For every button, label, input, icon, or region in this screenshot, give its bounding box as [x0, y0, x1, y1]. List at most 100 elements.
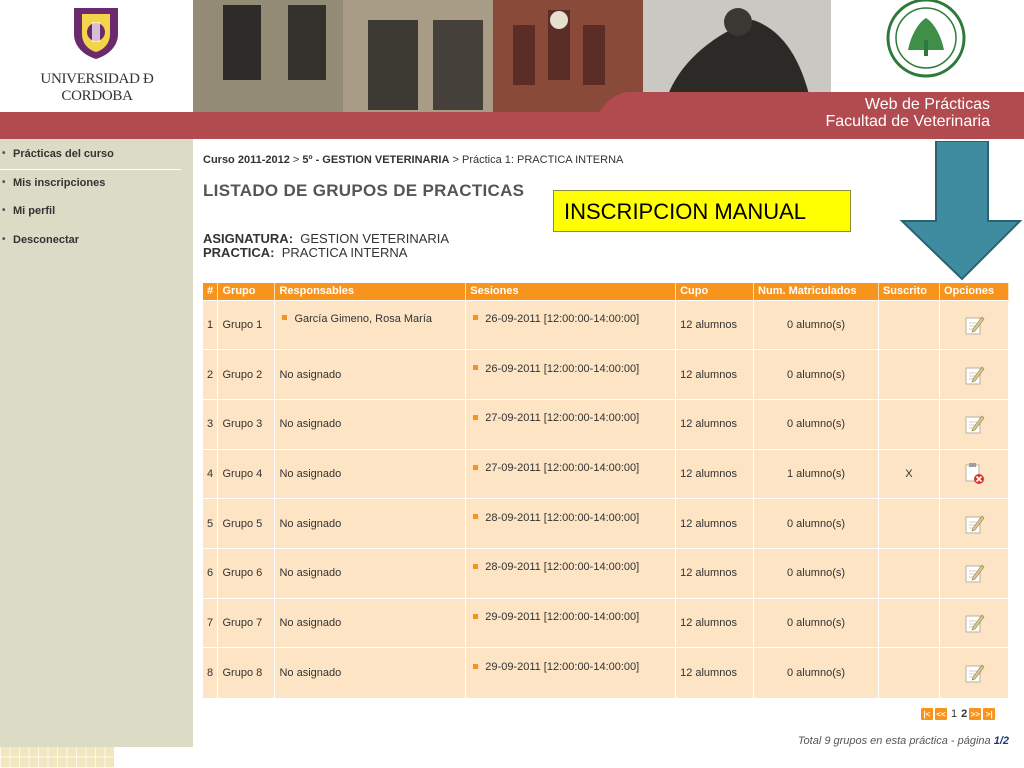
- groups-table: # Grupo Responsables Sesiones Cupo Num. …: [203, 283, 1010, 698]
- prev-page-icon[interactable]: <<: [935, 708, 947, 720]
- annotation-label: INSCRIPCION MANUAL: [553, 190, 851, 232]
- options-cell: [939, 597, 1010, 648]
- bullet-icon: [473, 414, 479, 420]
- session: 29-09-2011 [12:00:00-14:00:00]: [465, 597, 677, 648]
- session-date: 29-09-2011 [12:00:00-14:00:00]: [485, 660, 640, 673]
- column-header: Num. Matriculados: [753, 283, 879, 300]
- group-name: Grupo 1: [217, 299, 276, 350]
- table-row: 3 Grupo 3 No asignado 27-09-2011 [12:00:00-…: [203, 398, 1010, 450]
- responsible-name: No asignado: [279, 418, 342, 431]
- group-name: Grupo 5: [217, 498, 276, 549]
- sidebar-item-inscripciones[interactable]: Mis inscripciones: [0, 170, 193, 199]
- enrolled-count: 1 alumno(s): [753, 448, 879, 499]
- veterinary-faculty-seal-icon: [886, 0, 966, 78]
- options-cell: [939, 349, 1010, 400]
- decorative-squares: [0, 747, 114, 768]
- table-row: 1 Grupo 1 García Gimeno, Rosa María 26-09-2…: [203, 299, 1010, 350]
- edit-note-icon[interactable]: [963, 364, 985, 386]
- session: 28-09-2011 [12:00:00-14:00:00]: [465, 547, 677, 599]
- session: 26-09-2011 [12:00:00-14:00:00]: [465, 299, 677, 350]
- breadcrumb-course[interactable]: Curso 2011-2012: [203, 154, 290, 166]
- enrolled-count: 0 alumno(s): [753, 299, 879, 350]
- next-page-icon[interactable]: >>: [969, 708, 982, 720]
- row-number: 2: [203, 349, 219, 400]
- subscribed-mark: [878, 597, 940, 648]
- site-title: Web de Prácticas Facultad de Veterinaria: [825, 96, 990, 130]
- enrolled-count: 0 alumno(s): [753, 647, 879, 698]
- subject-value: GESTION VETERINARIA: [300, 231, 450, 246]
- edit-note-icon[interactable]: [963, 662, 985, 684]
- responsible-name: No asignado: [279, 666, 342, 679]
- enrolled-count: 0 alumno(s): [753, 398, 879, 450]
- responsible-name: No asignado: [279, 517, 342, 530]
- responsible: No asignado: [274, 448, 467, 499]
- sidebar-item-practicas[interactable]: Prácticas del curso: [0, 141, 181, 170]
- university-crest-icon: [74, 8, 118, 59]
- row-number: 3: [203, 398, 219, 450]
- capacity: 12 alumnos: [675, 498, 755, 549]
- responsible-name: No asignado: [279, 467, 342, 480]
- university-name: UNIVERSIDAD Ð CORDOBA: [40, 71, 154, 104]
- pagination: |< << 1 2 >> >|: [921, 708, 997, 720]
- edit-note-icon[interactable]: [963, 513, 985, 535]
- capacity: 12 alumnos: [675, 349, 755, 400]
- session-date: 28-09-2011 [12:00:00-14:00:00]: [485, 511, 640, 524]
- edit-note-icon[interactable]: [963, 612, 985, 634]
- table-row: 8 Grupo 8 No asignado 29-09-2011 [12:00:00-…: [203, 647, 1010, 698]
- sidebar-item-label: Prácticas del curso: [13, 148, 114, 160]
- edit-note-icon[interactable]: [963, 562, 985, 584]
- sidebar-item-desconectar[interactable]: Desconectar: [0, 227, 193, 256]
- bullet-icon: [473, 365, 479, 371]
- breadcrumb-sep: >: [289, 154, 303, 166]
- options-cell: [939, 547, 1010, 599]
- group-name: Grupo 6: [217, 547, 276, 599]
- options-cell: [939, 299, 1010, 350]
- page-link-1[interactable]: 1: [951, 708, 957, 720]
- bullet-icon: [473, 315, 479, 321]
- edit-note-icon[interactable]: [963, 314, 985, 336]
- session-date: 27-09-2011 [12:00:00-14:00:00]: [485, 461, 640, 474]
- site-title-line2: Facultad de Veterinaria: [825, 113, 990, 130]
- table-header: # Grupo Responsables Sesiones Cupo Num. …: [203, 283, 1010, 300]
- session: 27-09-2011 [12:00:00-14:00:00]: [465, 448, 677, 499]
- breadcrumb-sep: >: [449, 154, 462, 166]
- responsible: García Gimeno, Rosa María: [274, 299, 467, 350]
- options-cell: [939, 398, 1010, 450]
- bullet-icon: [473, 464, 479, 470]
- sidebar-item-label: Desconectar: [13, 233, 80, 246]
- responsible: No asignado: [274, 349, 467, 400]
- sidebar-item-label: Mis inscripciones: [13, 176, 106, 189]
- total-text: Total 9 grupos en esta práctica - página: [797, 735, 994, 747]
- sidebar-item-label: Mi perfil: [13, 205, 56, 217]
- university-logo[interactable]: UNIVERSIDAD Ð CORDOBA: [0, 0, 193, 112]
- bullet-icon: [282, 315, 288, 321]
- arrow-down-icon: [899, 141, 1023, 281]
- sidebar-item-perfil[interactable]: Mi perfil: [0, 198, 193, 227]
- capacity: 12 alumnos: [675, 547, 755, 599]
- table-row: 7 Grupo 7 No asignado 29-09-2011 [12:00:00-…: [203, 597, 1010, 648]
- session-date: 28-09-2011 [12:00:00-14:00:00]: [485, 561, 640, 574]
- column-header: Opciones: [939, 283, 1010, 300]
- session-date: 26-09-2011 [12:00:00-14:00:00]: [485, 362, 640, 375]
- column-header: #: [203, 283, 219, 300]
- enrolled-count: 0 alumno(s): [753, 349, 879, 400]
- row-number: 6: [203, 547, 219, 599]
- group-name: Grupo 3: [217, 398, 276, 450]
- column-header: Sesiones: [465, 283, 677, 300]
- unsubscribe-icon[interactable]: [963, 462, 985, 485]
- subscribed-mark: [878, 398, 940, 450]
- edit-note-icon[interactable]: [963, 413, 985, 435]
- responsible: No asignado: [274, 647, 467, 698]
- bullet-icon: [473, 613, 479, 619]
- enrolled-count: 0 alumno(s): [753, 597, 879, 648]
- first-page-icon[interactable]: |<: [921, 708, 933, 720]
- practice-value: PRACTICA INTERNA: [281, 245, 408, 260]
- last-page-icon[interactable]: >|: [983, 708, 996, 720]
- enrolled-count: 0 alumno(s): [753, 547, 879, 599]
- subscribed-mark: X: [878, 448, 940, 499]
- responsible-name: No asignado: [279, 368, 342, 381]
- session-date: 26-09-2011 [12:00:00-14:00:00]: [485, 312, 640, 325]
- practice-meta: ASIGNATURA: GESTION VETERINARIA PRACTICA…: [203, 232, 449, 260]
- responsible-name: No asignado: [279, 567, 342, 580]
- breadcrumb-subject[interactable]: 5º - GESTION VETERINARIA: [302, 154, 449, 166]
